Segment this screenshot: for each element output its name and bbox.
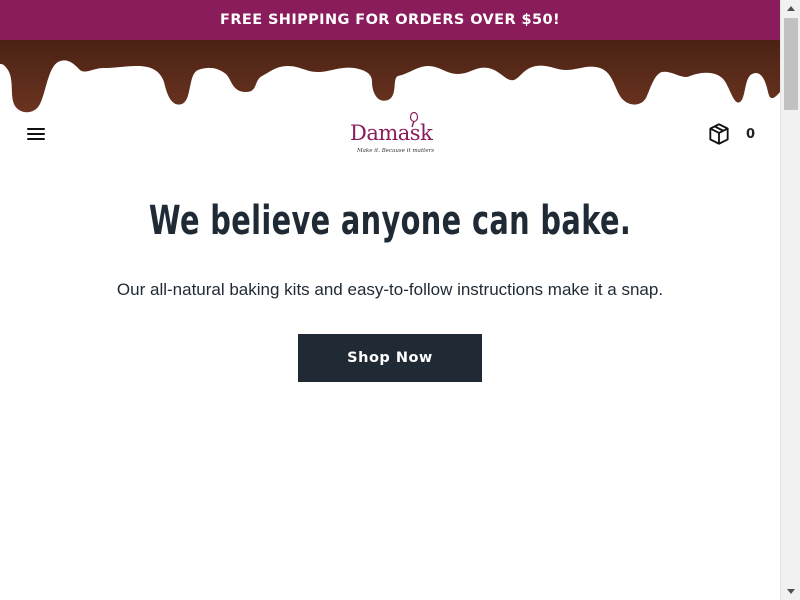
scroll-thumb[interactable] — [784, 18, 798, 110]
announcement-text: FREE SHIPPING FOR ORDERS OVER $50! — [220, 12, 560, 28]
scroll-up-arrow-icon[interactable] — [781, 0, 800, 17]
shop-now-button[interactable]: Shop Now — [298, 334, 482, 382]
announcement-bar: FREE SHIPPING FOR ORDERS OVER $50! — [0, 0, 780, 40]
hero-subtitle: Our all-natural baking kits and easy-to-… — [116, 280, 664, 299]
hamburger-menu-icon[interactable] — [24, 123, 48, 145]
cart-count: 0 — [746, 126, 756, 142]
scroll-down-arrow-icon[interactable] — [781, 583, 800, 600]
package-box-icon — [709, 123, 729, 145]
logo-tagline: Make it. Because it matters — [357, 148, 435, 154]
site-header: Damask Make it. Because it matters 0 — [0, 105, 780, 165]
logo-name: Damask — [350, 121, 433, 145]
hero-title: We believe anyone can bake. — [148, 198, 632, 244]
page-scrollbar[interactable] — [780, 0, 800, 600]
cart-button[interactable]: 0 — [706, 121, 755, 147]
damask-logo[interactable]: Damask Make it. Because it matters — [340, 111, 440, 161]
